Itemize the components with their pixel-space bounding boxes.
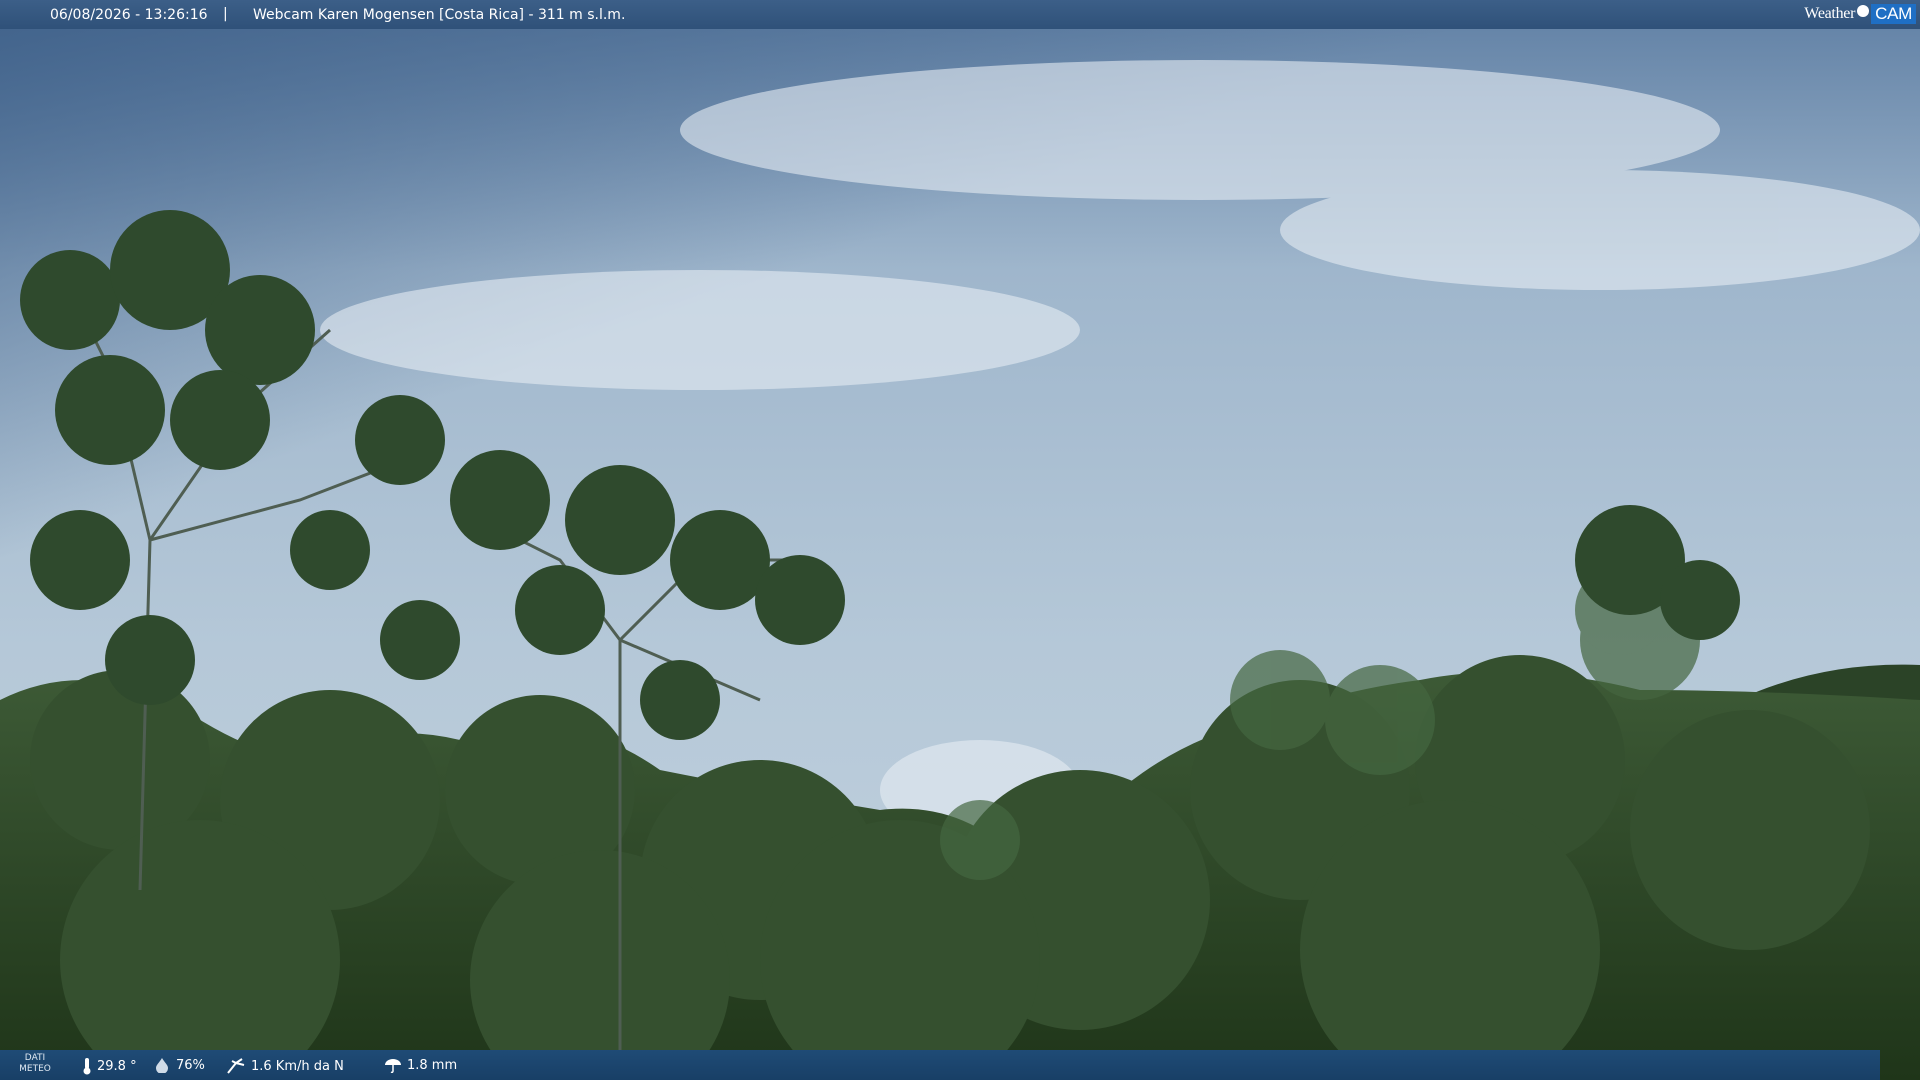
capture-datetime: 06/08/2026 - 13:26:16	[50, 7, 208, 23]
webcam-title: Webcam Karen Mogensen [Costa Rica] - 311…	[253, 7, 626, 23]
wind-icon	[227, 1058, 245, 1074]
camera-info-bar: 06/08/2026 - 13:26:16 | Webcam Karen Mog…	[0, 0, 1920, 29]
humidity-readout: 76%	[153, 1057, 205, 1073]
info-separator: |	[223, 6, 228, 22]
weather-data-bar: DATI METEO 29.8 ° 76% 1.6 Km/h da N 1.8 …	[0, 1050, 1880, 1080]
thermometer-icon	[83, 1058, 91, 1075]
wind-value: 1.6 Km/h da N	[251, 1058, 344, 1074]
weather-data-label: DATI METEO	[19, 1053, 51, 1074]
wind-readout: 1.6 Km/h da N	[226, 1057, 344, 1075]
logo-cam-text: CAM	[1871, 4, 1916, 24]
weathercam-logo: Weather CAM	[1804, 2, 1916, 26]
humidity-drop-icon	[156, 1058, 168, 1073]
rain-value: 1.8 mm	[407, 1057, 458, 1073]
logo-dot-icon	[1857, 5, 1870, 17]
webcam-scene	[0, 0, 1920, 1080]
logo-weather-text: Weather	[1804, 5, 1856, 22]
rain-icon	[385, 1059, 401, 1073]
temperature-readout: 29.8 °	[82, 1057, 137, 1075]
temperature-value: 29.8 °	[97, 1058, 137, 1074]
rain-readout: 1.8 mm	[384, 1057, 457, 1073]
humidity-value: 76%	[176, 1057, 205, 1073]
